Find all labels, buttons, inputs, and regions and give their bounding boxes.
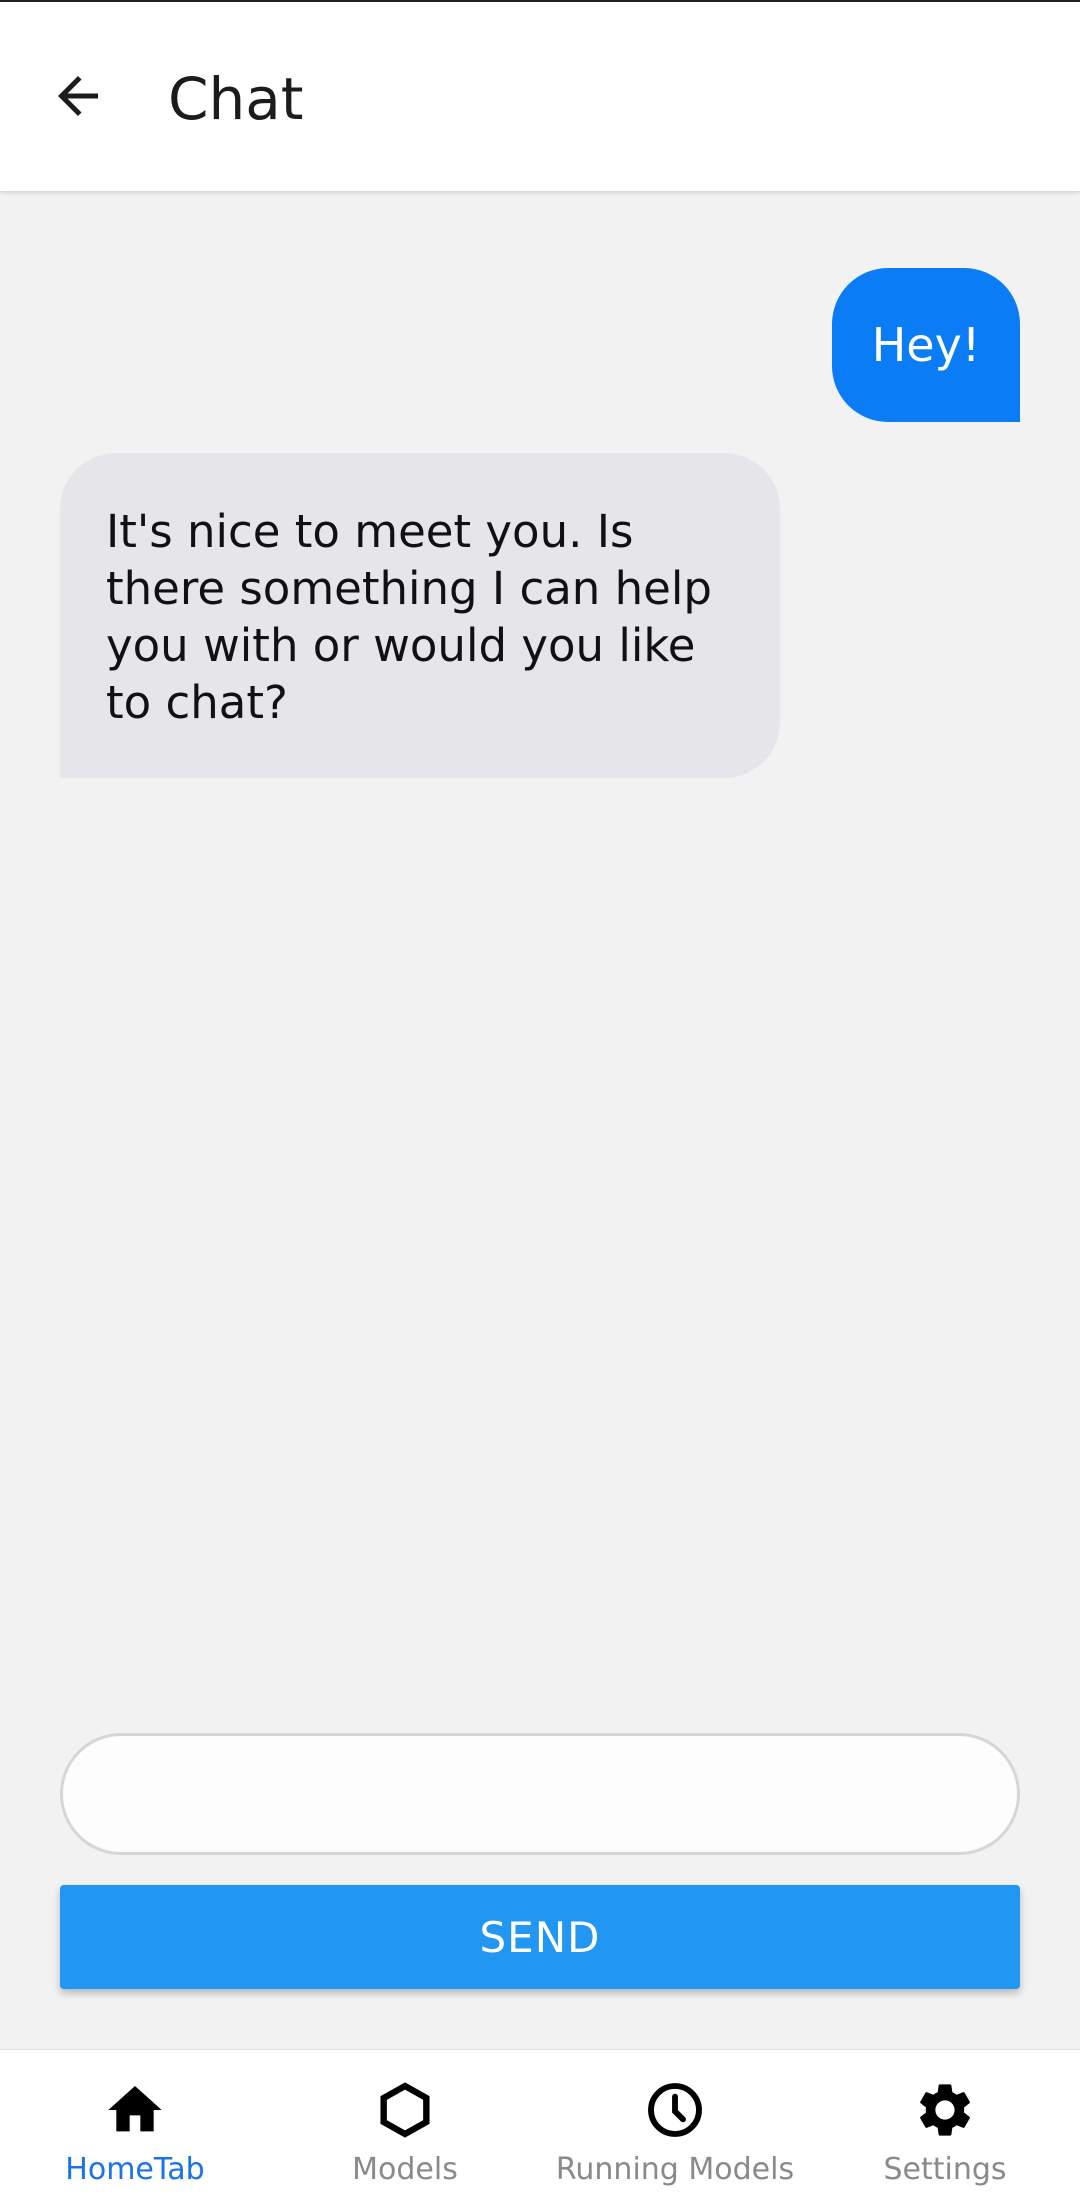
bottom-navigation: HomeTab Models Running Models Settings [0, 2049, 1080, 2198]
message-input[interactable] [60, 1733, 1020, 1855]
tab-hometab[interactable]: HomeTab [0, 2050, 270, 2198]
hexagon-icon [380, 2082, 430, 2138]
user-message-bubble: Hey! [832, 268, 1020, 422]
tab-settings[interactable]: Settings [810, 2050, 1080, 2198]
bot-message-bubble: It's nice to meet you. Is there somethin… [60, 453, 780, 778]
app-bar: Chat [0, 2, 1080, 191]
home-icon [108, 2086, 162, 2132]
arrow-left-icon[interactable] [48, 66, 108, 126]
tab-label: Running Models [555, 2152, 795, 2187]
tab-running-models[interactable]: Running Models [540, 2050, 810, 2198]
chat-messages-area[interactable]: Hey! It's nice to meet you. Is there som… [0, 193, 1080, 1733]
tab-label: Settings [883, 2152, 1007, 2187]
tab-label: Models [352, 2152, 458, 2187]
tab-label: HomeTab [65, 2152, 205, 2187]
tab-models[interactable]: Models [270, 2050, 540, 2198]
send-button[interactable]: SEND [60, 1885, 1020, 1989]
gear-icon [920, 2084, 970, 2136]
page-title: Chat [168, 65, 304, 133]
clock-icon [648, 2083, 702, 2137]
